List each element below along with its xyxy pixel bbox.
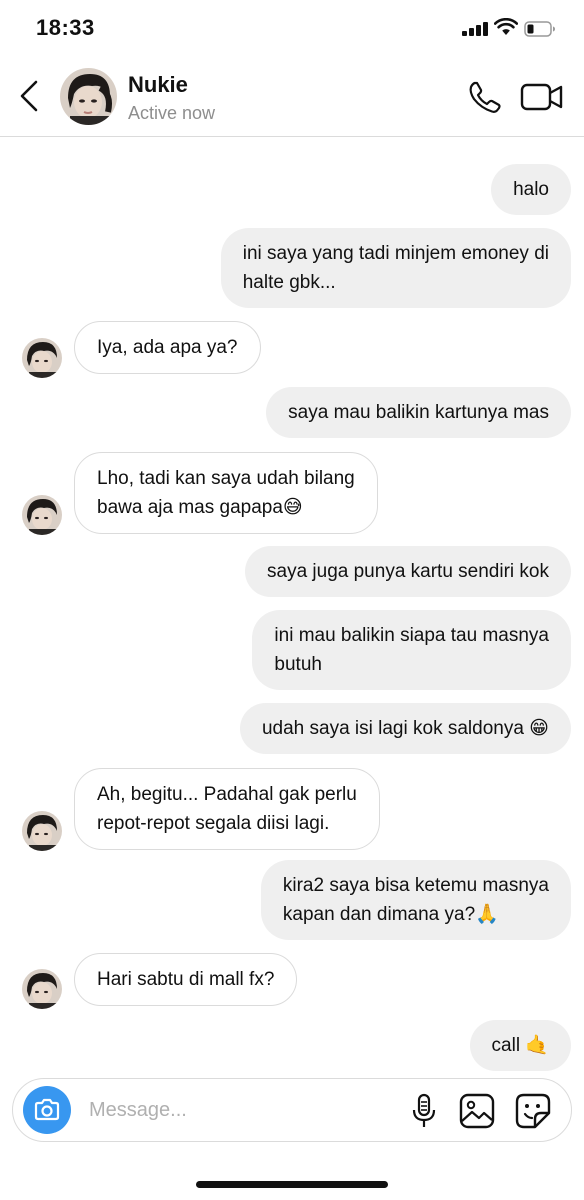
video-camera-icon[interactable] [520,82,564,112]
message-text-line: butuh [274,654,322,675]
battery-icon [524,21,556,37]
message-composer [12,1078,572,1142]
message-bubble-incoming[interactable]: Hari sabtu di mall fx? [74,953,298,1006]
message-bubble-outgoing[interactable]: ini saya yang tadi minjem emoney di halt… [220,228,571,308]
message-bubble-outgoing[interactable]: halo [491,164,571,215]
microphone-icon[interactable] [411,1093,437,1129]
message-text-line: halte gbk... [242,272,336,293]
message-text-line: Lho, tadi kan saya udah bilang [97,468,355,489]
message-bubble-outgoing[interactable]: call 🤙 [469,1020,571,1071]
message-text-line: Ah, begitu... Padahal gak perlu [97,784,357,805]
cellular-signal-icon [462,22,488,36]
message-text: Hari sabtu di mall fx? [97,969,275,990]
active-status: Active now [128,103,216,123]
phone-icon[interactable] [468,80,502,114]
message-text-line: kira2 saya bisa ketemu masnya [282,875,549,896]
status-time: 18:33 [36,15,95,40]
contact-avatar-small[interactable] [22,338,62,378]
status-bar: 18:33 [0,0,584,58]
contact-avatar[interactable] [60,68,117,125]
contact-name[interactable]: Nukie [128,72,188,98]
contact-avatar-small[interactable] [22,969,62,1009]
message-text: halo [513,179,549,200]
contact-avatar-small[interactable] [22,811,62,851]
message-bubble-outgoing[interactable]: kira2 saya bisa ketemu masnya kapan dan … [260,860,571,940]
message-bubble-incoming[interactable]: Lho, tadi kan saya udah bilang bawa aja … [74,452,378,534]
chat-header: Nukie Active now [0,58,584,137]
message-bubble-incoming[interactable]: Ah, begitu... Padahal gak perlu repot-re… [74,768,380,850]
home-indicator[interactable] [196,1181,388,1188]
message-text-line: repot-repot segala diisi lagi. [97,813,330,834]
message-text: Iya, ada apa ya? [97,337,238,358]
wifi-icon [494,18,518,36]
chevron-left-icon[interactable] [14,78,44,114]
contact-avatar-small[interactable] [22,495,62,535]
message-input[interactable] [89,1093,389,1127]
camera-icon[interactable] [23,1086,71,1134]
message-text: udah saya isi lagi kok saldonya 😁 [261,718,549,739]
message-bubble-outgoing[interactable]: saya juga punya kartu sendiri kok [245,546,571,597]
message-thread[interactable]: halo ini saya yang tadi minjem emoney di… [0,137,584,1077]
message-text: call 🤙 [491,1035,549,1056]
message-text: saya juga punya kartu sendiri kok [267,561,549,582]
message-bubble-outgoing[interactable]: ini mau balikin siapa tau masnya butuh [252,610,571,690]
message-bubble-incoming[interactable]: Iya, ada apa ya? [74,321,261,374]
message-text-line: bawa aja mas gapapa😅 [97,497,303,518]
sticker-icon[interactable] [515,1093,551,1129]
image-icon[interactable] [459,1093,495,1129]
message-text-line: ini saya yang tadi minjem emoney di [242,243,549,264]
message-bubble-outgoing[interactable]: udah saya isi lagi kok saldonya 😁 [239,703,571,754]
message-text: saya mau balikin kartunya mas [288,402,549,423]
message-bubble-outgoing[interactable]: saya mau balikin kartunya mas [266,387,571,438]
message-text-line: kapan dan dimana ya?🙏 [282,904,499,925]
message-text-line: ini mau balikin siapa tau masnya [274,625,549,646]
